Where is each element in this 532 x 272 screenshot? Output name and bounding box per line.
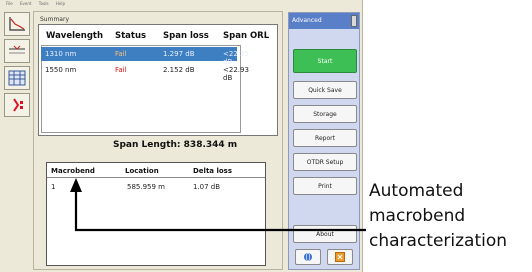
quick-save-button[interactable]: Quick Save — [293, 81, 357, 99]
table-header: Wavelength Status Span loss Span ORL — [39, 25, 277, 47]
annotation-callout: Automated macrobend characterization — [369, 179, 529, 254]
graph-view-button[interactable] — [4, 12, 30, 36]
event-view-button[interactable] — [4, 93, 30, 117]
cell-span-loss: 2.152 dB — [163, 66, 195, 74]
cell-wavelength: 1550 nm — [45, 66, 77, 74]
table-row[interactable]: 1550 nm Fail 2.152 dB <22.93 dB — [41, 63, 249, 82]
table-view-button[interactable] — [4, 66, 30, 90]
header-location[interactable]: Location — [125, 167, 159, 175]
menu-bar: File Event Tools Help — [0, 0, 288, 8]
annotation-line-1: Automated — [369, 181, 464, 201]
otdr-application-window: File Event Tools Help Summary Wavelength… — [0, 0, 363, 272]
advanced-side-panel: Advanced Start Quick Save Storage Report… — [288, 12, 360, 270]
macrobend-table: Macrobend Location Delta loss 1 585.959 … — [46, 162, 266, 266]
header-divider — [47, 177, 265, 178]
header-wavelength[interactable]: Wavelength — [46, 31, 103, 41]
span-length-readout: Span Length: 838.344 m — [113, 140, 238, 150]
trace-view-button[interactable] — [4, 39, 30, 63]
span-results-table: Wavelength Status Span loss Span ORL 131… — [38, 24, 278, 136]
cell-wavelength: 1310 nm — [45, 50, 77, 58]
header-span-orl[interactable]: Span ORL — [223, 31, 269, 41]
header-delta-loss[interactable]: Delta loss — [193, 167, 232, 175]
header-macrobend[interactable]: Macrobend — [51, 167, 95, 175]
cell-span-loss: 1.297 dB — [163, 50, 195, 58]
cell-status: Fail — [115, 66, 127, 74]
globe-icon — [304, 252, 312, 262]
menu-event[interactable]: Event — [20, 1, 31, 6]
cell-location[interactable]: 585.959 m — [127, 183, 165, 191]
table-row[interactable]: 1310 nm Fail 1.297 dB <22.35 dB — [41, 47, 249, 66]
cell-status: Fail — [115, 50, 127, 58]
report-button[interactable]: Report — [293, 129, 357, 147]
menu-help[interactable]: Help — [56, 1, 65, 6]
storage-button[interactable]: Storage — [293, 105, 357, 123]
annotation-line-3: characterization — [369, 231, 508, 251]
cell-delta-loss[interactable]: 1.07 dB — [193, 183, 220, 191]
summary-label: Summary — [40, 16, 69, 23]
about-button[interactable]: About — [293, 225, 357, 243]
exit-button[interactable] — [327, 249, 353, 265]
panel-title: Advanced — [289, 13, 359, 29]
graph-icon — [9, 17, 25, 31]
cell-span-orl: <22.93 dB — [223, 66, 249, 82]
trace-icon — [9, 45, 25, 54]
header-span-loss[interactable]: Span loss — [163, 31, 209, 41]
summary-panel: Summary Wavelength Status Span loss Span… — [33, 11, 283, 270]
help-button[interactable] — [295, 249, 321, 265]
menu-file[interactable]: File — [6, 1, 13, 6]
event-marker-icon — [13, 98, 23, 112]
annotation-line-2: macrobend — [369, 206, 466, 226]
menu-tools[interactable]: Tools — [39, 1, 49, 6]
print-button[interactable]: Print — [293, 177, 357, 195]
cell-macrobend[interactable]: 1 — [51, 183, 55, 191]
header-status[interactable]: Status — [115, 31, 146, 41]
table-icon — [8, 70, 26, 86]
start-button[interactable]: Start — [293, 49, 357, 73]
otdr-setup-button[interactable]: OTDR Setup — [293, 153, 357, 171]
close-icon — [335, 252, 345, 262]
panel-close-icon[interactable] — [351, 15, 357, 27]
